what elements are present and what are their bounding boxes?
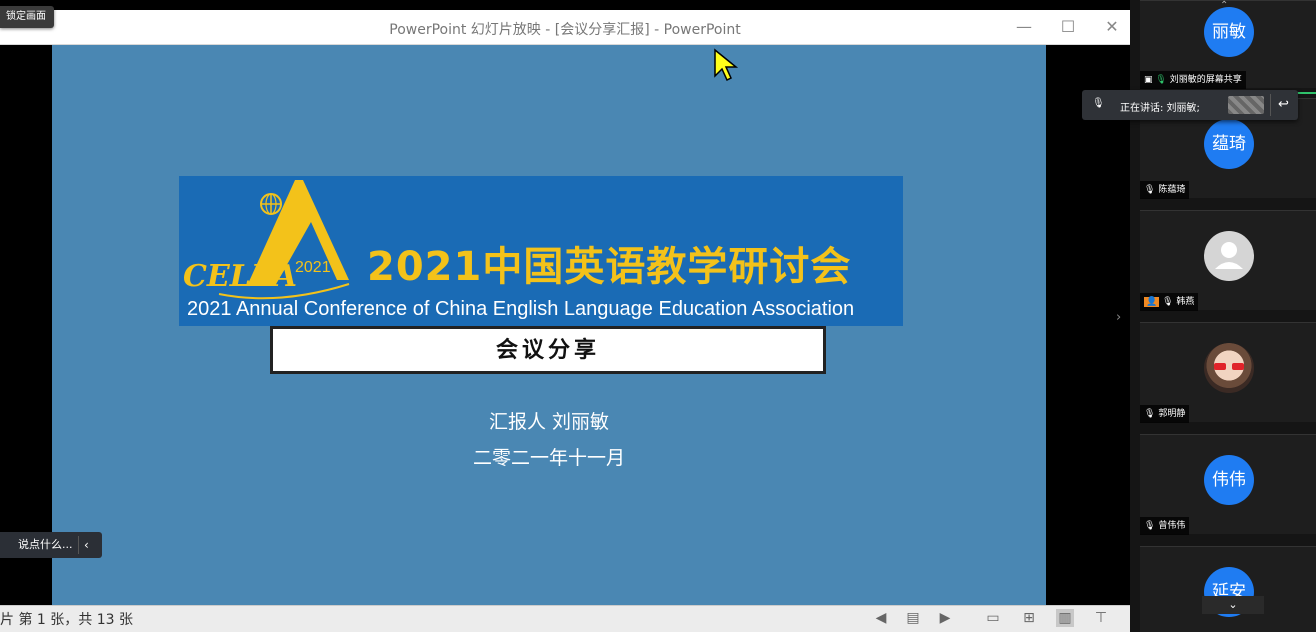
participant-name-tag: 🎙 陈蕴琦 [1140,181,1190,199]
svg-text:2021: 2021 [295,259,331,276]
participant-tile[interactable]: 👤 🎙 韩燕 [1140,210,1316,311]
scroll-down-button[interactable]: ⌄ [1202,596,1264,614]
participant-tile[interactable]: 丽敏 ▣ 🎙 刘丽敏的屏幕共享 [1140,0,1316,89]
next-slide-icon[interactable]: ▶ [936,609,954,627]
participant-name-tag: ▣ 🎙 刘丽敏的屏幕共享 [1140,71,1246,89]
mouse-cursor-icon [714,48,739,82]
maximize-button[interactable]: ☐ [1056,16,1080,38]
participant-photo-avatar [1204,343,1254,393]
lock-screen-button[interactable]: 锁定画面 [0,6,54,28]
participant-tile[interactable]: 🎙 郭明静 [1140,322,1316,423]
close-button[interactable]: ✕ [1100,16,1124,38]
participant-name-tag: 👤 🎙 韩燕 [1140,293,1199,311]
chat-input[interactable]: 说点什么... ‹ [0,532,102,558]
svg-text:CELEA: CELEA [183,259,297,294]
speaking-label: 正在讲话: 刘丽敏; [1120,103,1200,114]
chat-divider [78,536,79,554]
mic-on-icon: 🎙 [1162,297,1174,307]
previous-slide-icon[interactable]: ◀ [872,609,890,627]
participant-avatar: 蕴琦 [1204,119,1254,169]
slide-subtitle: 会议分享 [270,326,826,374]
speaking-divider [1270,94,1271,116]
powerpoint-statusbar: 片 第 1 张，共 13 张 ◀ ▤ ▶ ▭ ⊞ ▥ ⊤ [0,605,1130,632]
chat-placeholder: 说点什么... [18,538,73,551]
conference-banner: CELEA 2021 2021中国英语教学研讨会 2021 Annual Con… [179,176,903,326]
participant-name: 韩燕 [1176,297,1195,307]
mic-on-icon: 🎙 [1155,75,1167,85]
reply-icon[interactable]: ↩ [1278,97,1289,112]
meeting-window: PowerPoint 幻灯片放映 - [会议分享汇报] - PowerPoint… [0,0,1316,632]
banner-title-cn: 2021中国英语教学研讨会 [367,244,852,290]
participant-tile[interactable]: 延安 [1140,546,1316,632]
default-avatar-icon [1204,231,1254,281]
panel-collapse-icon[interactable]: › [1116,310,1121,325]
screen-share-icon: ▣ [1144,75,1156,85]
participant-name-tag: 🎙 曾伟伟 [1140,517,1190,535]
normal-view-icon[interactable]: ▭ [984,609,1002,627]
participant-avatar: 丽敏 [1204,7,1254,57]
participant-name: 郭明静 [1158,409,1186,419]
participant-avatar: 伟伟 [1204,455,1254,505]
slide-date: 二零二一年十一月 [472,447,625,469]
screen-share-view: PowerPoint 幻灯片放映 - [会议分享汇报] - PowerPoint… [0,0,1130,632]
user-icon: 👤 [1144,297,1160,307]
scroll-up-icon[interactable]: ⌃ [1220,0,1228,11]
banner-title-en: 2021 Annual Conference of China English … [187,298,855,320]
participant-name: 陈蕴琦 [1158,185,1186,195]
slideshow-view-icon[interactable]: ⊤ [1092,609,1110,627]
minimize-button[interactable]: — [1012,16,1036,38]
participant-name: 刘丽敏的屏幕共享 [1169,75,1242,85]
slide: CELEA 2021 2021中国英语教学研讨会 2021 Annual Con… [52,45,1046,605]
participant-name-tag: 🎙 郭明静 [1140,405,1190,423]
powerpoint-window-title: PowerPoint 幻灯片放映 - [会议分享汇报] - PowerPoint [389,22,741,38]
mic-muted-icon: 🎙 [1092,98,1105,109]
speaking-indicator: 🎙 正在讲话: 刘丽敏; ↩ [1082,90,1298,120]
slide-menu-icon[interactable]: ▤ [904,609,922,627]
participant-tile[interactable]: 伟伟 🎙 曾伟伟 [1140,434,1316,535]
chevron-left-icon[interactable]: ‹ [84,532,89,558]
mic-muted-icon: 🎙 [1144,521,1156,531]
mic-muted-icon: 🎙 [1144,185,1156,195]
celea-logo-icon: CELEA 2021 [183,180,350,300]
slide-reporter: 汇报人 刘丽敏 [488,411,610,433]
participant-name: 曾伟伟 [1158,521,1186,531]
powerpoint-titlebar: PowerPoint 幻灯片放映 - [会议分享汇报] - PowerPoint… [0,10,1130,45]
slide-sorter-icon[interactable]: ⊞ [1020,609,1038,627]
blurred-names [1228,96,1264,114]
slide-count: 片 第 1 张，共 13 张 [0,612,133,628]
reading-view-icon[interactable]: ▥ [1056,609,1074,627]
mic-muted-icon: 🎙 [1144,409,1156,419]
